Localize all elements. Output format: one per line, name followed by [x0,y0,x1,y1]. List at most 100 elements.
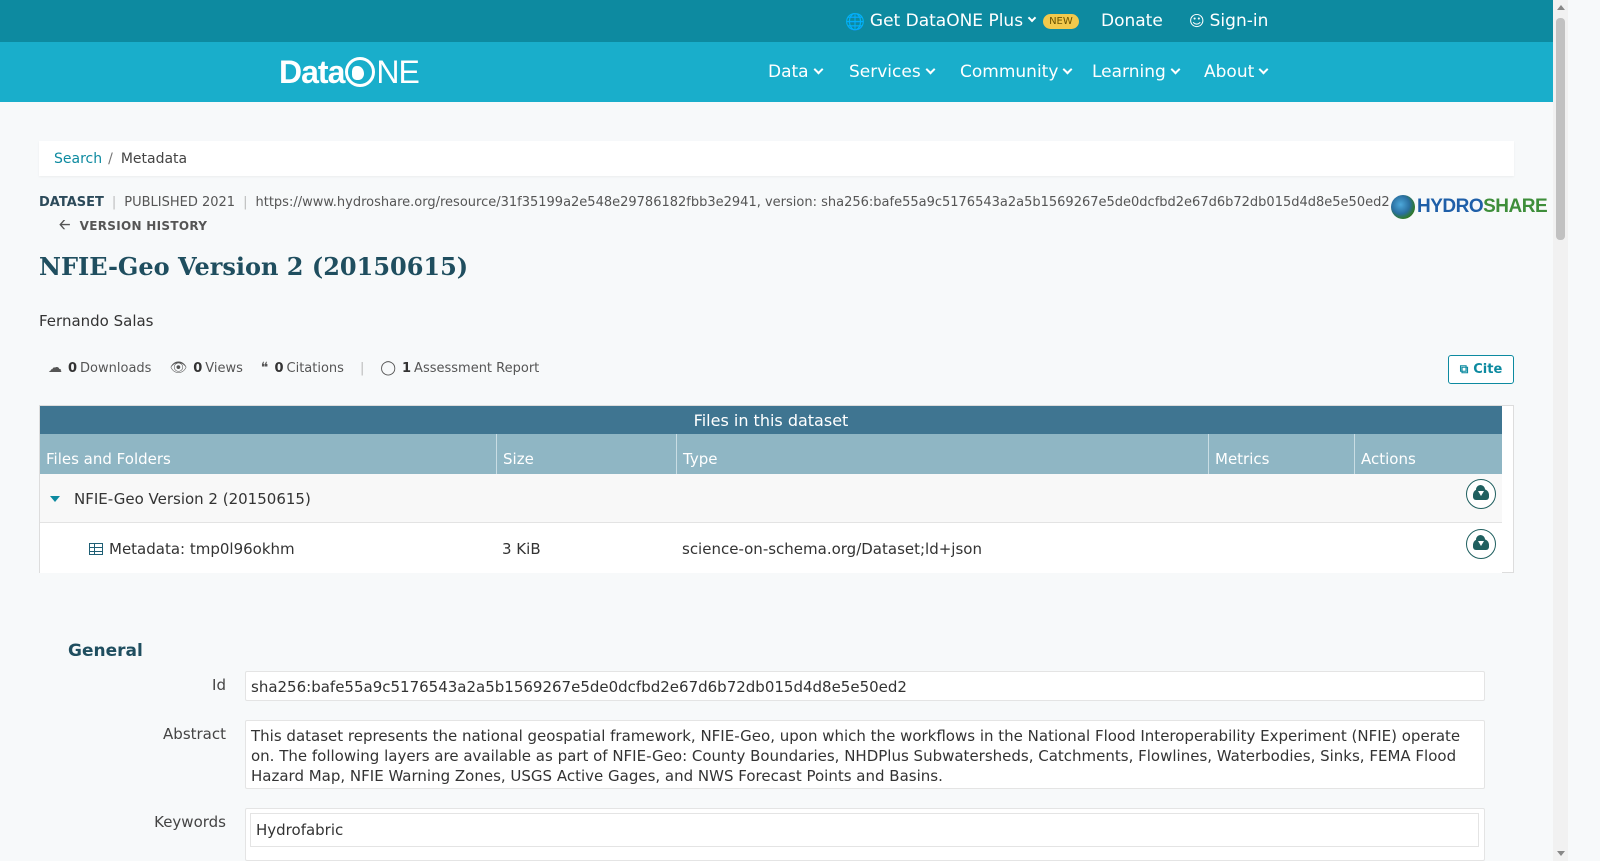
nav-services-label: Services [849,62,921,82]
top-utility-bar: 🌐 Get DataONE Plus NEW Donate ☺ Sign-in [0,0,1553,42]
col-type[interactable]: Type [676,434,1208,474]
assessment-label: Assessment Report [414,360,540,376]
main-navigation: Data NE Data Services Community Learning… [0,42,1553,102]
abstract-label: Abstract [163,725,226,743]
chevron-down-icon [813,64,824,74]
general-section-heading: General [68,641,143,661]
keyword-item: Hydrofabric [250,813,1479,847]
downloads-count: 0 [68,360,78,376]
folder-name: NFIE-Geo Version 2 (20150615) [74,489,311,508]
donate-link[interactable]: Donate [1101,0,1163,42]
file-name-cell[interactable]: Metadata: tmp0l96okhm [89,524,295,573]
copy-icon: ⧉ [1459,362,1469,376]
globe-plus-icon: 🌐 [845,11,865,31]
get-dataone-plus-menu[interactable]: 🌐 Get DataONE Plus NEW [845,0,1079,42]
caret-down-icon[interactable] [50,495,60,502]
page-scrollbar[interactable] [1553,0,1568,861]
logo-text-data: Data [279,53,345,90]
files-table-heading: Files in this dataset [40,406,1502,434]
downloads-metric[interactable]: ☁ 0 Downloads [48,360,151,376]
id-label: Id [212,676,226,694]
divider: | [111,195,117,210]
new-badge: NEW [1043,13,1079,29]
dataset-identifier: https://www.hydroshare.org/resource/31f3… [255,195,1390,210]
published-year: PUBLISHED 2021 [124,195,236,210]
scrollbar-thumb[interactable] [1556,18,1565,240]
citations-label: Citations [286,360,344,376]
table-row-file[interactable]: Metadata: tmp0l96okhm 3 KiB science-on-s… [40,524,1502,573]
nav-learning[interactable]: Learning [1092,42,1181,102]
assessment-count: 1 [402,360,412,376]
sign-in-label: Sign-in [1209,11,1269,31]
col-actions: Actions [1354,434,1502,474]
scroll-down-arrow-icon[interactable] [1557,851,1565,856]
dataone-logo[interactable]: Data NE [279,52,420,92]
col-metrics: Metrics [1208,434,1354,474]
table-row-folder[interactable]: NFIE-Geo Version 2 (20150615) [40,474,1502,523]
id-value: sha256:bafe55a9c5176543a2a5b1569267e5de0… [245,671,1485,701]
dataset-meta-line: DATASET | PUBLISHED 2021 | https://www.h… [39,195,1390,210]
sign-in-link[interactable]: ☺ Sign-in [1189,0,1268,42]
chevron-down-icon [1170,64,1181,74]
hydroshare-globe-icon [1391,195,1415,219]
hydroshare-logo-text-2: SHARE [1483,196,1548,217]
get-dataone-plus-label: Get DataONE Plus [869,11,1024,31]
logo-text-ne: NE [376,53,419,90]
views-label: Views [205,360,243,376]
cite-label: Cite [1473,362,1503,377]
file-name: Metadata: tmp0l96okhm [109,539,295,558]
views-count: 0 [193,360,203,376]
col-size[interactable]: Size [496,434,676,474]
breadcrumb-search-link[interactable]: Search [54,151,102,167]
downloads-label: Downloads [80,360,152,376]
citations-metric[interactable]: ❝ 0 Citations [261,360,344,376]
nav-services[interactable]: Services [849,42,936,102]
files-table-column-headers: Files and Folders Size Type Metrics Acti… [40,434,1502,474]
files-table: Files in this dataset Files and Folders … [39,405,1514,573]
nav-community[interactable]: Community [960,42,1073,102]
dataset-metrics: ☁ 0 Downloads 👁 0 Views ❝ 0 Citations | … [48,360,557,376]
col-files-and-folders[interactable]: Files and Folders [40,434,496,474]
version-history-label: VERSION HISTORY [79,219,208,233]
divider: | [243,195,248,210]
chevron-down-icon [925,64,936,74]
hydroshare-logo[interactable]: HYDRO SHARE [1391,195,1548,219]
eye-icon: 👁 [169,360,188,376]
dashboard-icon: ◯ [380,360,396,376]
cloud-download-icon: ☁ [48,360,62,376]
breadcrumb-current: Metadata [120,150,188,167]
file-type: science-on-schema.org/Dataset;ld+json [682,539,982,558]
chevron-down-icon [1027,13,1037,23]
chevron-down-icon [1062,64,1073,74]
assessment-report-metric[interactable]: ◯ 1 Assessment Report [380,360,539,376]
citations-count: 0 [274,360,284,376]
abstract-value: This dataset represents the national geo… [245,720,1485,789]
table-icon [89,542,103,555]
scroll-up-arrow-icon[interactable] [1557,5,1565,10]
dataset-title: NFIE-Geo Version 2 (20150615) [39,252,469,281]
views-metric[interactable]: 👁 0 Views [169,360,242,376]
quote-icon: ❝ [260,360,269,376]
chevron-down-icon [1258,64,1269,74]
globe-logo-icon [345,57,376,87]
hydroshare-logo-text-1: HYDRO [1417,196,1484,217]
cloud-download-icon [1473,484,1489,500]
cloud-download-icon [1473,534,1489,550]
file-size: 3 KiB [502,539,541,558]
nav-about[interactable]: About [1204,42,1269,102]
nav-community-label: Community [960,62,1059,82]
keywords-label: Keywords [154,813,226,831]
breadcrumb: Search / Metadata [39,141,1514,176]
dataset-author[interactable]: Fernando Salas [39,312,154,330]
cite-button[interactable]: ⧉ Cite [1448,355,1514,384]
breadcrumb-separator: / [108,150,113,167]
folder-cell[interactable]: NFIE-Geo Version 2 (20150615) [50,474,311,523]
divider: | [359,360,365,376]
nav-data[interactable]: Data [768,42,824,102]
download-file-button[interactable] [1466,529,1496,559]
download-folder-button[interactable] [1466,479,1496,509]
arrow-left-icon: 🡠 [59,217,71,233]
nav-about-label: About [1204,62,1255,82]
version-history-link[interactable]: 🡠 VERSION HISTORY [59,214,207,238]
nav-learning-label: Learning [1092,62,1166,82]
